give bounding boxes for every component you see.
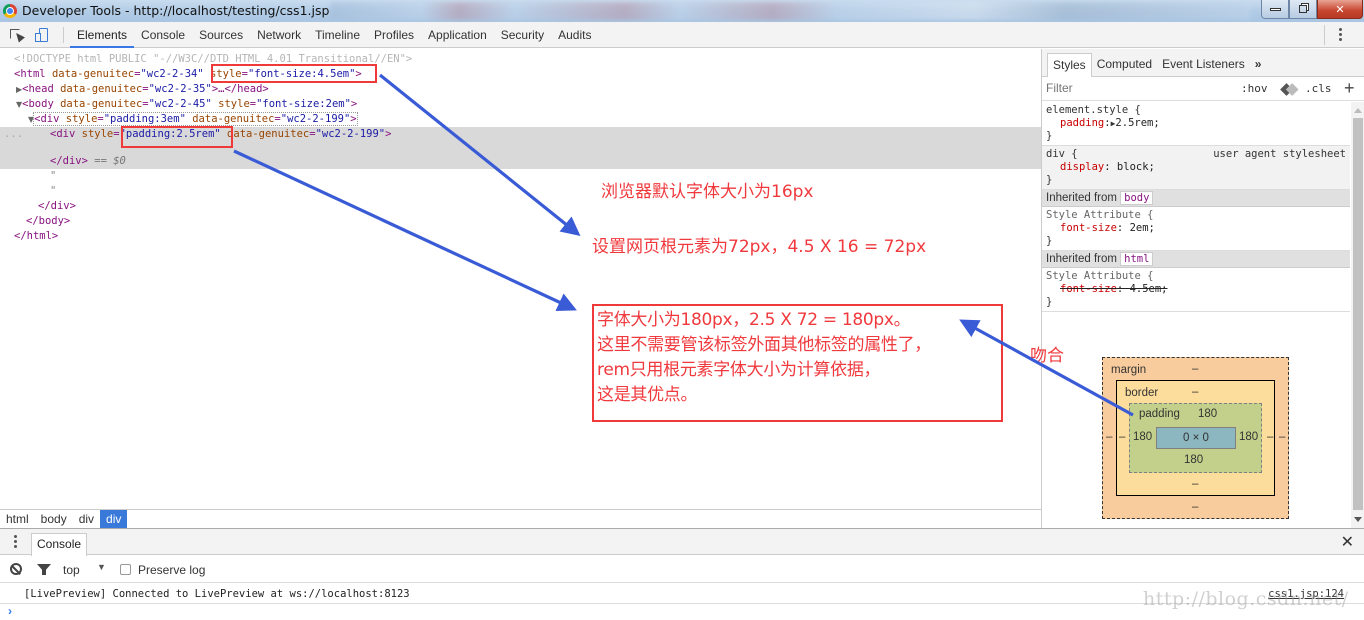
dom-doctype[interactable]: <!DOCTYPE html PUBLIC "-//W3C//DTD HTML … <box>0 52 1041 67</box>
tab-profiles[interactable]: Profiles <box>367 22 421 48</box>
prop-name[interactable]: padding <box>1060 117 1104 129</box>
blurred-taskbar-background <box>330 2 1250 20</box>
rule-source: user agent stylesheet <box>1213 148 1346 160</box>
box-model-border: border – – – – padding 180 180 180 180 0… <box>1116 380 1275 496</box>
dollar-zero-marker: == $0 <box>94 155 126 167</box>
tab-console[interactable]: Console <box>134 22 192 48</box>
tab-timeline[interactable]: Timeline <box>308 22 367 48</box>
toolbar-divider <box>63 27 64 43</box>
tab-security[interactable]: Security <box>494 22 551 48</box>
dom-body-node[interactable]: ▼<body data-genuitec="wc2-2-45" style="f… <box>0 97 1041 112</box>
dom-text-node[interactable]: " <box>0 184 1041 199</box>
window-title: Developer Tools - http://localhost/testi… <box>22 3 330 18</box>
inherited-from-body-header: Inherited from body <box>1042 190 1350 207</box>
tab-event-listeners[interactable]: Event Listeners <box>1157 53 1250 77</box>
annotation-default-font-size: 浏览器默认字体大小为16px <box>601 182 814 202</box>
box-model-padding: padding 180 180 180 180 0 × 0 <box>1129 403 1262 473</box>
close-drawer-icon[interactable]: ✕ <box>1341 532 1354 552</box>
drawer-menu-icon[interactable] <box>14 535 17 550</box>
class-toggle[interactable]: .cls <box>1305 82 1332 95</box>
scrollbar-thumb[interactable] <box>1353 118 1363 510</box>
tab-computed[interactable]: Computed <box>1092 53 1157 77</box>
more-tabs-icon[interactable]: » <box>1250 53 1265 77</box>
styles-filter-input[interactable] <box>1046 81 1196 95</box>
annotation-match: 吻合 <box>1030 346 1064 366</box>
chrome-logo-icon <box>3 4 17 18</box>
device-toolbar-icon[interactable] <box>34 26 52 44</box>
dom-div-outer-node[interactable]: ▼<div style="padding:3em" data-genuitec=… <box>0 112 1041 127</box>
close-icon: ✕ <box>1335 3 1345 16</box>
filter-funnel-icon[interactable] <box>37 564 51 575</box>
new-rule-plus-icon[interactable]: + <box>1344 78 1355 99</box>
dropdown-arrow-icon[interactable]: ▼ <box>97 562 106 572</box>
breadcrumb-item-div[interactable]: div <box>73 510 100 528</box>
styles-filter-bar: :hov .cls + <box>1042 77 1364 101</box>
prop-value[interactable]: 2.5rem; <box>1115 117 1159 129</box>
elements-dom-tree: <!DOCTYPE html PUBLIC "-//W3C//DTD HTML … <box>0 49 1041 509</box>
scroll-down-arrow-icon[interactable] <box>1354 517 1362 522</box>
rule-element-style: element.style { padding:▶2.5rem; } <box>1042 102 1350 146</box>
inherited-from-html-header: Inherited from html <box>1042 251 1350 268</box>
dom-div-close[interactable]: </div> <box>0 199 1041 214</box>
annotation-line: 这里不需要管该标签外面其他标签的属性了， <box>597 335 931 355</box>
dom-html-node[interactable]: <html data-genuitec="wc2-2-34" style="fo… <box>0 67 1041 82</box>
hover-state-toggle[interactable]: :hov <box>1241 82 1268 95</box>
tab-network[interactable]: Network <box>250 22 308 48</box>
dom-text-node[interactable]: " <box>0 169 1041 184</box>
minimize-button[interactable] <box>1261 0 1289 19</box>
overridden-property: font-size: 4.5em; <box>1060 283 1168 295</box>
tab-sources[interactable]: Sources <box>192 22 250 48</box>
highlight-box-padding <box>121 126 233 148</box>
rule-html-style-attribute: Style Attribute { font-size: 4.5em; } <box>1042 268 1350 312</box>
styles-scrollbar[interactable] <box>1351 102 1364 528</box>
annotation-line: rem只用根元素字体大小为计算依据， <box>597 360 881 380</box>
dom-head-node[interactable]: ▶<head data-genuitec="wc2-2-35">…</head> <box>0 82 1041 97</box>
watermark: http://blog.csdn.net/ <box>1143 588 1349 610</box>
window-titlebar: Developer Tools - http://localhost/testi… <box>0 0 1364 22</box>
devtools-toolbar: Elements Console Sources Network Timelin… <box>0 22 1364 48</box>
inspect-element-icon[interactable] <box>8 26 26 44</box>
close-window-button[interactable]: ✕ <box>1317 0 1363 19</box>
breadcrumb: html body div div <box>0 509 1041 528</box>
inherited-node-chip-html[interactable]: html <box>1120 252 1154 266</box>
restore-button[interactable] <box>1289 0 1317 19</box>
breadcrumb-item-body[interactable]: body <box>35 510 73 528</box>
annotation-line: 这是其优点。 <box>597 385 698 405</box>
console-prompt-icon[interactable]: › <box>8 604 12 618</box>
breadcrumb-item-div-selected[interactable]: div <box>100 510 128 528</box>
breadcrumb-item-html[interactable]: html <box>0 510 35 528</box>
rule-div-user-agent: div {user agent stylesheet display: bloc… <box>1042 146 1350 190</box>
rendering-diamond-icon[interactable] <box>1280 83 1293 96</box>
preserve-log-label[interactable]: Preserve log <box>138 563 205 577</box>
preserve-log-checkbox[interactable] <box>120 564 131 575</box>
sidebar-tabs: Styles Computed Event Listeners » <box>1042 49 1364 77</box>
box-model-content[interactable]: 0 × 0 <box>1156 427 1236 449</box>
tab-audits[interactable]: Audits <box>551 22 598 48</box>
minimize-icon <box>1269 7 1281 11</box>
tab-application[interactable]: Application <box>421 22 494 48</box>
annotation-box: 字体大小为180px，2.5 X 72 = 180px。 这里不需要管该标签外面… <box>592 304 1003 422</box>
tab-elements[interactable]: Elements <box>70 22 135 48</box>
toolbar-divider-right <box>1324 25 1325 45</box>
tab-styles[interactable]: Styles <box>1047 53 1092 77</box>
annotation-root-font-size: 设置网页根元素为72px，4.5 X 16 = 72px <box>592 237 927 257</box>
clear-console-icon[interactable] <box>10 563 22 575</box>
box-model-margin: margin – – – – border – – – – padding 18… <box>1102 357 1289 519</box>
inherited-node-chip-body[interactable]: body <box>1120 191 1154 205</box>
context-select[interactable]: top <box>63 563 80 577</box>
highlight-box-font-size <box>211 64 377 83</box>
customize-menu-icon[interactable] <box>1338 27 1342 43</box>
scroll-up-arrow-icon[interactable] <box>1354 108 1362 113</box>
window-controls: ✕ <box>1261 0 1363 20</box>
panel-tabs: Elements Console Sources Network Timelin… <box>70 22 598 48</box>
annotation-line: 字体大小为180px，2.5 X 72 = 180px。 <box>597 310 911 330</box>
console-drawer-header: Console ✕ <box>0 528 1364 556</box>
restore-icon <box>1299 5 1307 13</box>
dom-body-close[interactable]: </body> <box>0 214 1041 229</box>
dom-div-inner-close[interactable]: </div> == $0 <box>0 154 1041 169</box>
console-toolbar: top ▼ Preserve log <box>0 556 1364 583</box>
drawer-tab-console[interactable]: Console <box>31 533 88 556</box>
rule-body-style-attribute: Style Attribute { font-size: 2em; } <box>1042 207 1350 251</box>
